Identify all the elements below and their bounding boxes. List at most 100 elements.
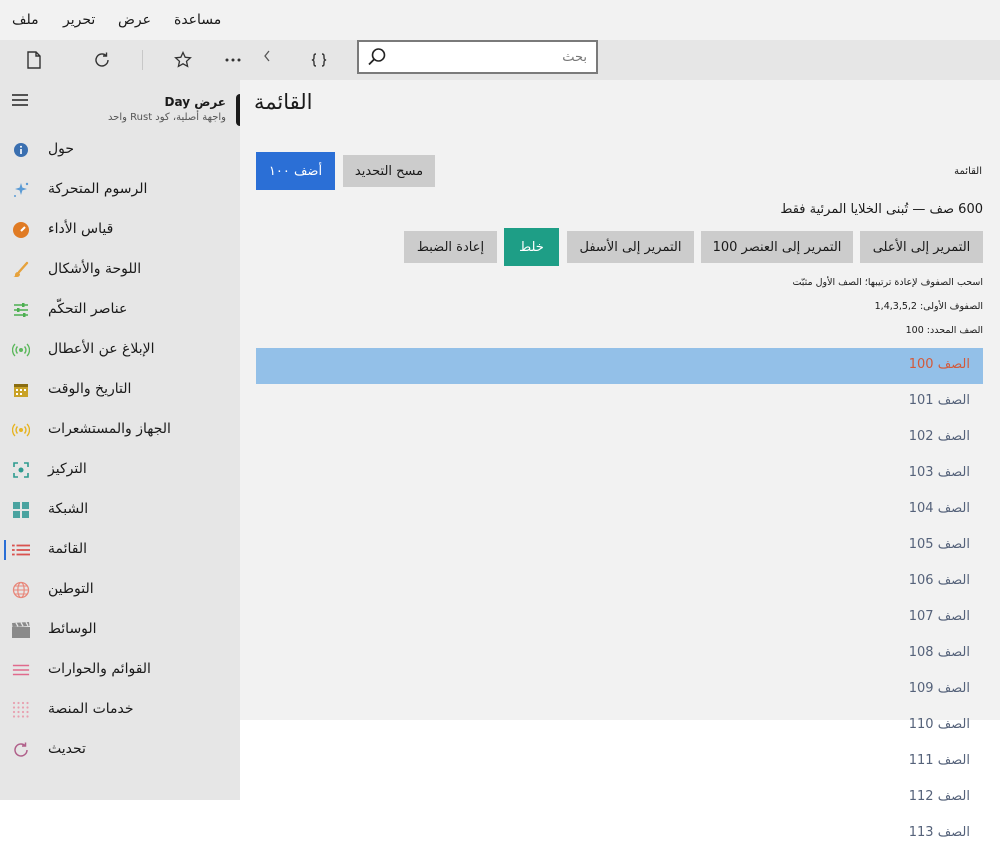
search-icon[interactable] xyxy=(367,47,387,71)
sparkle-icon xyxy=(12,181,30,199)
menu-edit[interactable]: تحرير xyxy=(63,12,95,28)
scroll-to-100-button[interactable]: التمرير إلى العنصر 100 xyxy=(701,231,853,263)
list-row-label: الصف 103 xyxy=(908,465,970,480)
sidebar-item[interactable]: اللوحة والأشكال xyxy=(0,250,240,290)
list-row[interactable]: الصف 109 xyxy=(256,672,983,708)
add-100-button[interactable]: أضف ١٠٠ xyxy=(256,152,335,190)
list-icon xyxy=(12,541,30,559)
search-input[interactable] xyxy=(397,42,587,72)
sidebar-item-label: الإبلاغ عن الأعطال xyxy=(48,341,155,357)
list-row[interactable]: الصف 108 xyxy=(256,636,983,672)
drag-hint: اسحب الصفوف لإعادة ترتيبها؛ الصف الأول م… xyxy=(792,277,983,288)
list-row[interactable]: الصف 107 xyxy=(256,600,983,636)
list-row-label: الصف 111 xyxy=(908,753,970,768)
sidebar-item-label: تحديث xyxy=(48,741,86,757)
list-row[interactable]: الصف 102 xyxy=(256,420,983,456)
sidebar-item-label: القائمة xyxy=(48,541,87,557)
brush-icon xyxy=(12,261,30,279)
scroll-bottom-button[interactable]: التمرير إلى الأسفل xyxy=(567,231,694,263)
refresh-icon[interactable] xyxy=(90,48,114,72)
focus-icon xyxy=(12,461,30,479)
list-row-label: الصف 105 xyxy=(908,537,970,552)
update-icon xyxy=(12,741,30,759)
sidebar-item[interactable]: قياس الأداء xyxy=(0,210,240,250)
sidebar-item-label: حول xyxy=(48,141,75,157)
first-rows: الصفوف الأولى: 1,4,3,5,2 xyxy=(874,301,983,312)
sidebar-item[interactable]: الرسوم المتحركة xyxy=(0,170,240,210)
reset-button[interactable]: إعادة الضبط xyxy=(404,231,497,263)
list-row[interactable]: الصف 112 xyxy=(256,780,983,816)
sidebar-item[interactable]: خدمات المنصة xyxy=(0,690,240,730)
list-row-label: الصف 101 xyxy=(908,393,970,408)
list-row-label: الصف 107 xyxy=(908,609,970,624)
list-row[interactable]: الصف 103 xyxy=(256,456,983,492)
selection-indicator xyxy=(4,540,6,560)
sidebar-item-label: قياس الأداء xyxy=(48,221,114,237)
sensor-icon xyxy=(12,421,30,439)
list-row[interactable]: الصف 100 xyxy=(256,348,983,384)
list-row[interactable]: الصف 113 xyxy=(256,816,983,852)
sidebar-item-label: التركيز xyxy=(48,461,87,477)
menu-help[interactable]: مساعدة xyxy=(174,12,221,28)
document-icon[interactable] xyxy=(22,48,46,72)
list-row-label: الصف 104 xyxy=(908,501,970,516)
shuffle-button[interactable]: خلط xyxy=(504,228,559,266)
toolbar xyxy=(0,40,1000,80)
sidebar: عرض Day واجهة أصلية، كود Rust واحد حول ال… xyxy=(0,80,240,800)
list-row[interactable]: الصف 101 xyxy=(256,384,983,420)
list-row-label: الصف 100 xyxy=(908,357,970,372)
sidebar-item[interactable]: التاريخ والوقت xyxy=(0,370,240,410)
chevron-left-icon[interactable] xyxy=(255,44,279,68)
sidebar-item-label: الرسوم المتحركة xyxy=(48,181,148,197)
list-row[interactable]: الصف 110 xyxy=(256,708,983,744)
scroll-top-button[interactable]: التمرير إلى الأعلى xyxy=(860,231,983,263)
sidebar-item[interactable]: القوائم والحوارات xyxy=(0,650,240,690)
info-icon xyxy=(12,141,30,159)
app-title: عرض Day xyxy=(164,95,227,109)
list-row-label: الصف 109 xyxy=(908,681,970,696)
list-row[interactable]: الصف 111 xyxy=(256,744,983,780)
list-row-label: الصف 113 xyxy=(908,825,970,840)
sidebar-item-label: التوطين xyxy=(48,581,94,597)
sidebar-item[interactable]: تحديث xyxy=(0,730,240,770)
sidebar-item[interactable]: التركيز xyxy=(0,450,240,490)
selected-row-label: الصف المحدد: 100 xyxy=(905,325,983,336)
list-row-label: الصف 102 xyxy=(908,429,970,444)
list-row[interactable]: الصف 106 xyxy=(256,564,983,600)
clapper-icon xyxy=(12,621,30,639)
menu-file[interactable]: ملف xyxy=(12,12,39,28)
clear-selection-button[interactable]: مسح التحديد xyxy=(343,155,435,187)
list-row-label: الصف 112 xyxy=(908,789,970,804)
sidebar-item-label: القوائم والحوارات xyxy=(48,661,151,677)
globe-icon xyxy=(12,581,30,599)
grid-icon xyxy=(12,501,30,519)
sidebar-item[interactable]: التوطين xyxy=(0,570,240,610)
list-row-label: الصف 106 xyxy=(908,573,970,588)
app-subtitle: واجهة أصلية، كود Rust واحد xyxy=(107,112,226,123)
list-row[interactable]: الصف 104 xyxy=(256,492,983,528)
sidebar-item-label: الوسائط xyxy=(48,621,97,637)
sidebar-item[interactable]: الإبلاغ عن الأعطال xyxy=(0,330,240,370)
sidebar-item[interactable]: الشبكة xyxy=(0,490,240,530)
list-row-label: الصف 110 xyxy=(908,717,970,732)
menu-view[interactable]: عرض xyxy=(118,12,151,28)
braces-icon[interactable] xyxy=(307,48,331,72)
toolbar-separator xyxy=(142,50,143,70)
more-icon[interactable] xyxy=(221,48,245,72)
sidebar-item[interactable]: حول xyxy=(0,130,240,170)
calendar-icon xyxy=(12,381,30,399)
list-row[interactable]: الصف 105 xyxy=(256,528,983,564)
section-label: القائمة xyxy=(954,166,982,177)
broadcast-icon xyxy=(12,341,30,359)
hamburger-menu-icon[interactable] xyxy=(10,92,30,108)
sidebar-item-label: الجهاز والمستشعرات xyxy=(48,421,171,437)
sidebar-item[interactable]: الوسائط xyxy=(0,610,240,650)
search-box[interactable] xyxy=(357,40,598,74)
sidebar-item[interactable]: الجهاز والمستشعرات xyxy=(0,410,240,450)
sidebar-item[interactable]: القائمة xyxy=(0,530,240,570)
sidebar-item-label: خدمات المنصة xyxy=(48,701,134,717)
sidebar-item[interactable]: عناصر التحكّم xyxy=(0,290,240,330)
star-icon[interactable] xyxy=(171,48,195,72)
sidebar-item-label: الشبكة xyxy=(48,501,89,517)
menu-lines-icon xyxy=(12,661,30,679)
